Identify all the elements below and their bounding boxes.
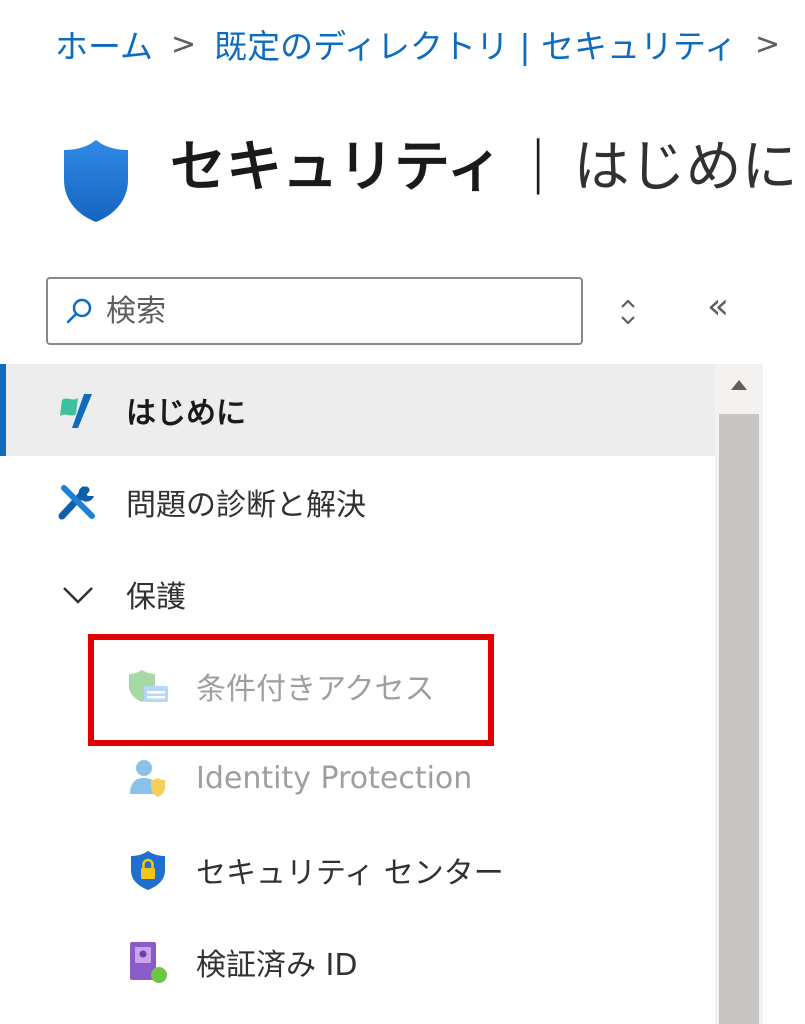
collapse-menu-button[interactable]: « xyxy=(698,282,738,332)
breadcrumb-separator: > xyxy=(754,26,781,62)
quickstart-icon xyxy=(60,394,92,428)
breadcrumb-separator: > xyxy=(171,26,197,62)
sidebar-item-label: 問題の診断と解決 xyxy=(126,488,366,523)
sidebar-item-label: 保護 xyxy=(126,580,186,615)
page-title-main: セキュリティ xyxy=(170,134,503,200)
sidebar-item-getting-started[interactable]: はじめに xyxy=(0,364,715,456)
sidebar-item-security-center[interactable]: セキュリティ センター xyxy=(0,824,715,916)
page: ホーム > 既定のディレクトリ | セキュリティ > セキュリティ | はじめに xyxy=(0,0,805,1024)
search-input[interactable] xyxy=(106,293,546,329)
sort-toggle-icon[interactable] xyxy=(612,292,644,332)
scroll-up-button[interactable] xyxy=(715,378,763,408)
sidebar-item-verified-id[interactable]: 検証済み ID xyxy=(0,916,715,1008)
search-box[interactable] xyxy=(46,277,583,345)
page-title: セキュリティ | はじめに xyxy=(170,122,798,203)
page-title-divider: | xyxy=(528,129,548,195)
page-header: セキュリティ | はじめに xyxy=(60,98,798,226)
shield-icon xyxy=(64,140,128,222)
sidebar-group-protection[interactable]: 保護 xyxy=(0,548,715,640)
search-icon xyxy=(66,298,92,324)
tools-icon xyxy=(58,485,95,520)
sidebar-scrollbar[interactable] xyxy=(715,364,763,1024)
verified-id-icon xyxy=(130,942,167,983)
chevron-down-icon xyxy=(63,587,93,604)
breadcrumb: ホーム > 既定のディレクトリ | セキュリティ > xyxy=(55,20,798,68)
security-center-shield-icon xyxy=(131,851,165,890)
caret-up-icon xyxy=(731,380,747,390)
identity-protection-icon xyxy=(130,760,165,797)
sidebar-item-label: Identity Protection xyxy=(196,760,473,796)
sidebar-item-label: セキュリティ センター xyxy=(196,856,504,891)
breadcrumb-directory[interactable]: 既定のディレクトリ | セキュリティ xyxy=(214,20,737,68)
sidebar-item-label: 検証済み ID xyxy=(196,948,358,983)
breadcrumb-home[interactable]: ホーム xyxy=(55,20,153,68)
scrollbar-thumb[interactable] xyxy=(719,414,759,1024)
highlight-box xyxy=(88,634,494,746)
sidebar-item-diagnose[interactable]: 問題の診断と解決 xyxy=(0,456,715,548)
page-title-subtitle: はじめに xyxy=(573,134,798,200)
sidebar-item-label: はじめに xyxy=(126,396,246,431)
